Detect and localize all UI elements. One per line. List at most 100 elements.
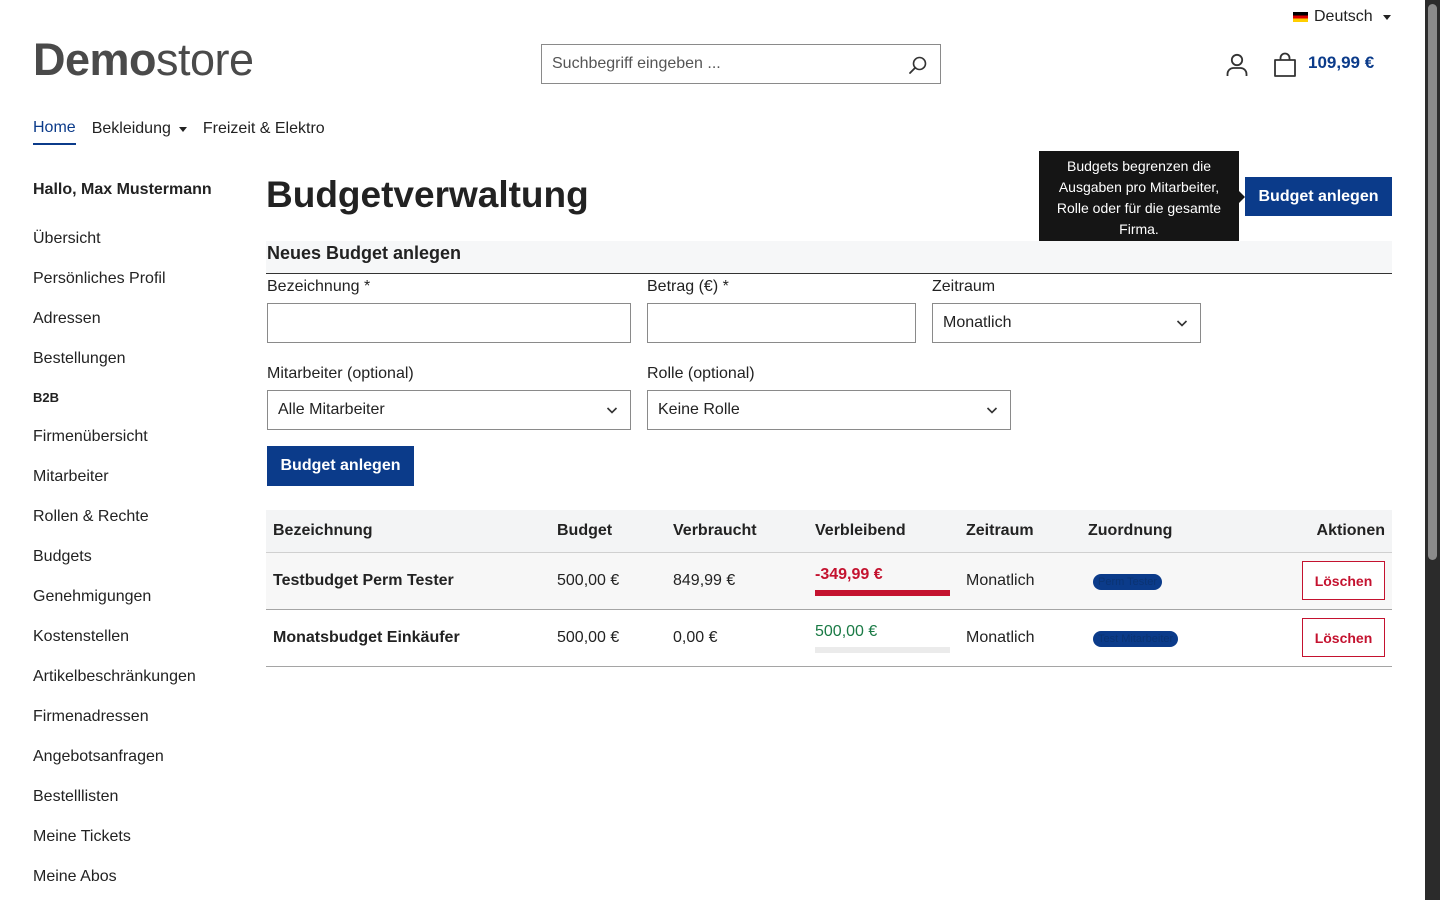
sidebar-item-orders[interactable]: Bestellungen <box>33 339 243 379</box>
budget-amount: 500,00 € <box>550 609 666 667</box>
logo[interactable]: Demostore <box>33 36 254 84</box>
nav-item-home[interactable]: Home <box>33 119 76 145</box>
sidebar-item-subscriptions[interactable]: Meine Abos <box>33 857 243 897</box>
budget-remaining-cell: 500,00 € <box>808 609 959 667</box>
chevron-down-icon <box>178 126 187 132</box>
chevron-down-icon <box>1176 320 1188 327</box>
period-label: Zeitraum <box>932 278 996 295</box>
sidebar-item-profile[interactable]: Persönliches Profil <box>33 259 243 299</box>
name-label: Bezeichnung * <box>267 278 371 295</box>
employee-select[interactable]: Alle Mitarbeiter <box>267 390 631 430</box>
account-icon[interactable] <box>1225 52 1249 78</box>
main-navigation: Home Bekleidung Freizeit & Elektro <box>33 119 325 145</box>
chevron-down-icon <box>1382 14 1391 20</box>
nav-item-label: Freizeit & Elektro <box>202 120 325 137</box>
page-title: Budgetverwaltung <box>266 174 589 215</box>
column-header-remaining: Verbleibend <box>808 510 959 553</box>
amount-label: Betrag (€) * <box>647 278 729 295</box>
budget-remaining: 500,00 € <box>815 622 878 640</box>
name-field[interactable] <box>267 303 631 343</box>
search-input[interactable] <box>542 45 892 83</box>
assignment-badge: Test Mitarbeiter <box>1093 630 1179 647</box>
column-header-budget: Budget <box>550 510 666 553</box>
column-header-assignment: Zuordnung <box>1081 510 1261 553</box>
language-switcher[interactable]: Deutsch <box>1293 8 1391 26</box>
table-row: Monatsbudget Einkäufer 500,00 € 0,00 € 5… <box>266 609 1392 667</box>
nav-item-bekleidung[interactable]: Bekleidung <box>92 119 187 145</box>
delete-button[interactable]: Löschen <box>1302 618 1385 657</box>
sidebar-item-quote-requests[interactable]: Angebotsanfragen <box>33 737 243 777</box>
column-header-period: Zeitraum <box>959 510 1081 553</box>
amount-input[interactable] <box>648 304 915 342</box>
budget-spent: 849,99 € <box>666 552 808 610</box>
budget-period: Monatlich <box>959 609 1081 667</box>
sidebar-item-company-addresses[interactable]: Firmenadressen <box>33 697 243 737</box>
column-header-actions: Aktionen <box>1261 510 1392 553</box>
nav-item-label: Home <box>33 119 76 136</box>
budget-tooltip: Budgets begrenzen die Ausgaben pro Mitar… <box>1039 151 1245 243</box>
budget-remaining-cell: -349,99 € <box>808 552 959 610</box>
table-row: Testbudget Perm Tester 500,00 € 849,99 €… <box>266 552 1392 610</box>
budget-name: Testbudget Perm Tester <box>266 552 550 610</box>
submit-budget-button[interactable]: Budget anlegen <box>267 446 414 486</box>
scrollbar-thumb[interactable] <box>1428 4 1437 560</box>
table-header-row: Bezeichnung Budget Verbraucht Verbleiben… <box>266 510 1392 553</box>
account-sidebar: Übersicht Persönliches Profil Adressen B… <box>33 219 243 897</box>
search-icon[interactable] <box>908 55 928 75</box>
budget-actions-cell: Löschen <box>1261 609 1392 667</box>
sidebar-item-order-lists[interactable]: Bestelllisten <box>33 777 243 817</box>
delete-button[interactable]: Löschen <box>1302 561 1385 600</box>
assignment-badge: Perm Tester <box>1093 573 1163 590</box>
period-select[interactable]: Monatlich <box>932 303 1201 343</box>
role-label: Rolle (optional) <box>647 365 755 382</box>
chevron-down-icon <box>606 407 618 414</box>
budget-usage-bar <box>815 646 950 653</box>
budget-table: Bezeichnung Budget Verbraucht Verbleiben… <box>266 510 1392 667</box>
language-label: Deutsch <box>1314 8 1373 25</box>
nav-item-label: Bekleidung <box>91 120 171 137</box>
budget-remaining: -349,99 € <box>815 565 883 583</box>
create-budget-button[interactable]: Budget anlegen <box>1245 177 1392 216</box>
chevron-down-icon <box>986 407 998 414</box>
name-input[interactable] <box>268 304 630 342</box>
german-flag-icon <box>1293 12 1308 22</box>
sidebar-item-addresses[interactable]: Adressen <box>33 299 243 339</box>
sidebar-section-b2b: B2B <box>33 390 60 405</box>
budget-usage-fill <box>815 589 950 596</box>
vertical-scrollbar[interactable] <box>1425 0 1440 900</box>
column-header-name: Bezeichnung <box>266 510 550 553</box>
column-header-spent: Verbraucht <box>666 510 808 553</box>
sidebar-item-employees[interactable]: Mitarbeiter <box>33 457 243 497</box>
budget-assignment-cell: Test Mitarbeiter <box>1081 609 1261 667</box>
logo-bold: Demo <box>33 34 157 85</box>
budget-amount: 500,00 € <box>550 552 666 610</box>
sidebar-item-product-restrictions[interactable]: Artikelbeschränkungen <box>33 657 243 697</box>
page: Deutsch Demostore 109,99 € Home Bekleidu… <box>0 0 1425 900</box>
sidebar-item-company-overview[interactable]: Firmenübersicht <box>33 417 243 457</box>
budget-name: Monatsbudget Einkäufer <box>266 609 550 667</box>
sidebar-item-cost-centers[interactable]: Kostenstellen <box>33 617 243 657</box>
budget-actions-cell: Löschen <box>1261 552 1392 610</box>
employee-label: Mitarbeiter (optional) <box>267 365 414 382</box>
budget-spent: 0,00 € <box>666 609 808 667</box>
budget-assignment-cell: Perm Tester <box>1081 552 1261 610</box>
cart-icon[interactable] <box>1272 52 1298 78</box>
sidebar-item-approvals[interactable]: Genehmigungen <box>33 577 243 617</box>
sidebar-item-overview[interactable]: Übersicht <box>33 219 243 259</box>
new-budget-heading: Neues Budget anlegen <box>266 241 1392 274</box>
cart-total[interactable]: 109,99 € <box>1308 53 1374 73</box>
nav-item-freizeit-elektro[interactable]: Freizeit & Elektro <box>203 119 325 145</box>
account-greeting: Hallo, Max Mustermann <box>33 181 212 198</box>
role-select[interactable]: Keine Rolle <box>647 390 1011 430</box>
sidebar-item-budgets[interactable]: Budgets <box>33 537 243 577</box>
amount-field[interactable] <box>647 303 916 343</box>
employee-select-value: Alle Mitarbeiter <box>278 401 385 418</box>
sidebar-item-tickets[interactable]: Meine Tickets <box>33 817 243 857</box>
budget-period: Monatlich <box>959 552 1081 610</box>
sidebar-item-roles[interactable]: Rollen & Rechte <box>33 497 243 537</box>
budget-usage-bar <box>815 589 950 596</box>
period-select-value: Monatlich <box>943 314 1012 331</box>
search-bar <box>541 44 941 84</box>
logo-light: store <box>156 34 254 85</box>
role-select-value: Keine Rolle <box>658 401 740 418</box>
